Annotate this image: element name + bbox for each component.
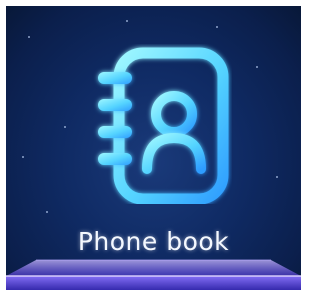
app-tile-screen[interactable]: Phone book — [6, 6, 301, 290]
background-speckle — [216, 26, 218, 28]
glow-platform — [6, 259, 301, 290]
app-label: Phone book — [77, 227, 230, 256]
person-head — [151, 91, 197, 137]
background-speckle — [276, 176, 278, 178]
person-shoulders — [142, 132, 206, 174]
background-speckle — [64, 126, 66, 128]
background-speckle — [256, 66, 258, 68]
background-speckle — [22, 156, 24, 158]
book-outline — [113, 47, 229, 204]
contacts-book-icon[interactable] — [92, 44, 232, 204]
background-speckle — [126, 20, 128, 22]
device-frame: Phone book — [0, 0, 309, 296]
background-speckle — [28, 36, 30, 38]
background-speckle — [46, 211, 48, 213]
